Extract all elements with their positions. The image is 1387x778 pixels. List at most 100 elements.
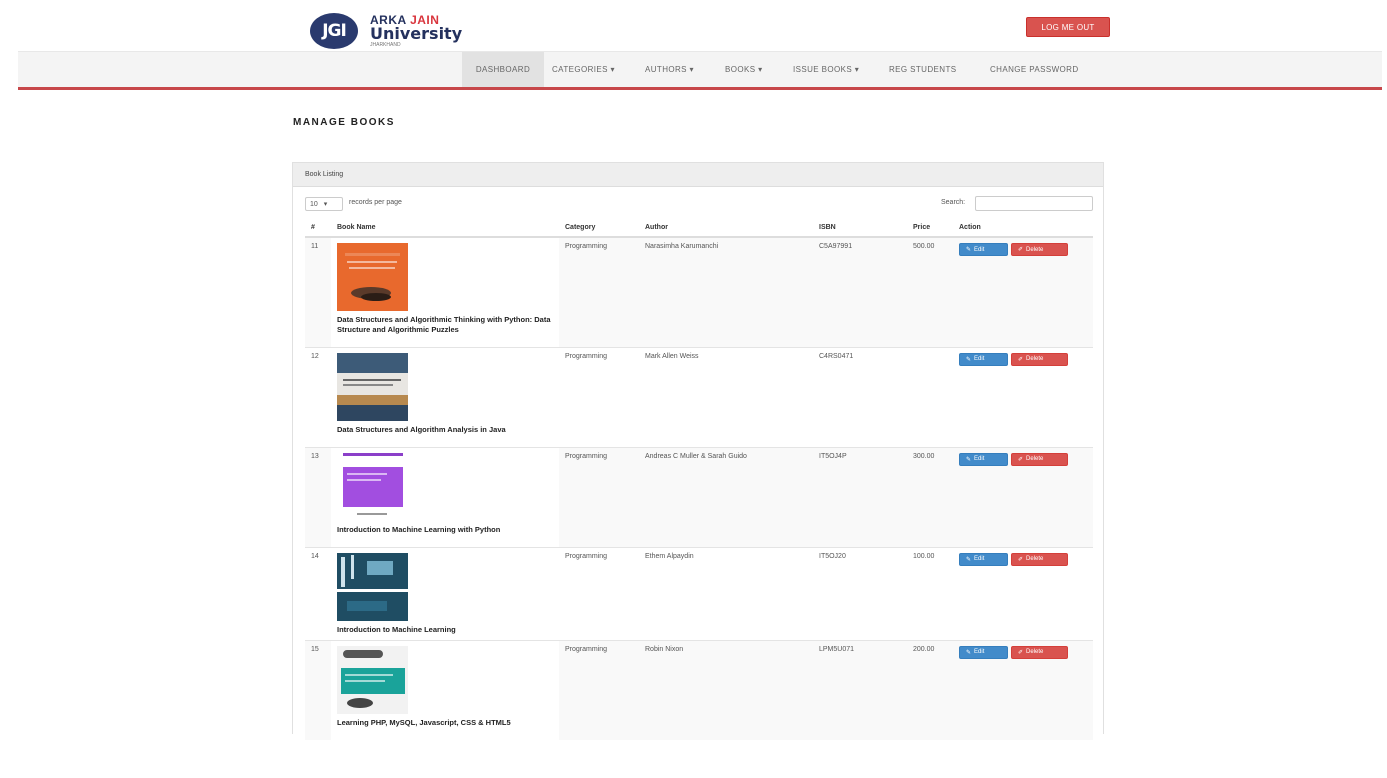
edit-button[interactable]: ✎ Edit bbox=[959, 352, 1008, 366]
top-header: JGI ARKA JAIN University JHARKHAND LOG M… bbox=[18, 0, 1382, 52]
nav-issue-books[interactable]: ISSUE BOOKS ▾ bbox=[793, 52, 859, 87]
category-cell: Programming bbox=[559, 346, 639, 447]
book-title: Introduction to Machine Learning bbox=[337, 624, 456, 634]
logo-text: ARKA JAIN University JHARKHAND bbox=[370, 14, 462, 48]
table-controls: 10 ▾ records per page Search: bbox=[305, 195, 1095, 215]
delete-button[interactable]: ✐ Delete bbox=[1011, 645, 1068, 659]
table-header-row: # Book Name Category Author ISBN Price A… bbox=[305, 219, 1093, 238]
price-cell: 100.00 bbox=[907, 546, 953, 640]
delete-label: Delete bbox=[1026, 246, 1044, 253]
edit-label: Edit bbox=[974, 649, 985, 655]
delete-label: Delete bbox=[1026, 456, 1044, 462]
nav-dashboard[interactable]: DASHBOARD bbox=[462, 52, 544, 87]
book-cover-image bbox=[337, 243, 408, 311]
logo-line-2: University bbox=[370, 24, 463, 43]
col-action[interactable]: Action bbox=[953, 219, 1093, 238]
row-number: 13 bbox=[305, 446, 331, 547]
edit-icon: ✎ bbox=[966, 456, 972, 463]
action-cell: ✎ Edit ✐ Delete bbox=[953, 446, 1093, 547]
nav-books[interactable]: BOOKS ▾ bbox=[725, 52, 763, 87]
delete-button[interactable]: ✐ Delete bbox=[1011, 352, 1068, 366]
price-cell: 300.00 bbox=[907, 446, 953, 547]
book-name-cell: Data Structures and Algorithmic Thinking… bbox=[331, 236, 559, 347]
records-per-page-label: records per page bbox=[349, 199, 402, 206]
nav-authors[interactable]: AUTHORS ▾ bbox=[645, 52, 694, 87]
author-cell: Mark Allen Weiss bbox=[639, 346, 813, 447]
edit-label: Edit bbox=[974, 246, 985, 253]
table-row: 11 Data Structures and Algorithmic Think… bbox=[305, 236, 1093, 347]
book-name-cell: Introduction to Machine Learning bbox=[331, 546, 559, 640]
author-cell: Narasimha Karumanchi bbox=[639, 236, 813, 347]
university-logo[interactable]: JGI ARKA JAIN University JHARKHAND bbox=[310, 13, 462, 49]
edit-button[interactable]: ✎ Edit bbox=[959, 552, 1008, 566]
panel-heading: Book Listing bbox=[293, 163, 1103, 187]
category-cell: Programming bbox=[559, 639, 639, 740]
author-cell: Ethem Alpaydin bbox=[639, 546, 813, 640]
records-per-page-select[interactable]: 10 ▾ bbox=[305, 197, 343, 211]
action-cell: ✎ Edit ✐ Delete bbox=[953, 546, 1093, 640]
col-author[interactable]: Author bbox=[639, 219, 813, 238]
isbn-cell: C5A97991 bbox=[813, 236, 907, 347]
delete-label: Delete bbox=[1026, 649, 1044, 655]
nav-categories[interactable]: CATEGORIES ▾ bbox=[552, 52, 615, 87]
book-cover-image bbox=[337, 645, 408, 714]
book-title: Introduction to Machine Learning with Py… bbox=[337, 524, 501, 534]
edit-button[interactable]: ✎ Edit bbox=[959, 452, 1008, 466]
book-listing-panel: Book Listing 10 ▾ records per page Search… bbox=[292, 162, 1104, 740]
delete-button[interactable]: ✐ Delete bbox=[1011, 552, 1068, 566]
category-cell: Programming bbox=[559, 446, 639, 547]
author-cell: Robin Nixon bbox=[639, 639, 813, 740]
table-row: 15 Learning PHP, MySQL, Javascript, CSS … bbox=[305, 639, 1093, 740]
category-cell: Programming bbox=[559, 546, 639, 640]
action-cell: ✎ Edit ✐ Delete bbox=[953, 346, 1093, 447]
delete-label: Delete bbox=[1026, 556, 1044, 562]
isbn-cell: IT5OJ20 bbox=[813, 546, 907, 640]
author-cell: Andreas C Muller & Sarah Guido bbox=[639, 446, 813, 547]
book-name-cell: Learning PHP, MySQL, Javascript, CSS & H… bbox=[331, 639, 559, 740]
pencil-icon: ✐ bbox=[1018, 649, 1024, 656]
nav-change-password[interactable]: CHANGE PASSWORD bbox=[990, 52, 1079, 87]
book-cover-image bbox=[337, 352, 408, 421]
book-cover-image bbox=[337, 552, 408, 621]
logo-badge: JGI bbox=[310, 13, 358, 49]
col-category[interactable]: Category bbox=[559, 219, 639, 238]
pencil-icon: ✐ bbox=[1018, 247, 1024, 253]
table-row: 13 Introduction to Machine Learning with… bbox=[305, 446, 1093, 547]
edit-label: Edit bbox=[974, 456, 985, 462]
row-number: 12 bbox=[305, 346, 331, 447]
search-input[interactable] bbox=[975, 196, 1093, 211]
delete-button[interactable]: ✐ Delete bbox=[1011, 243, 1068, 256]
pencil-icon: ✐ bbox=[1018, 556, 1024, 563]
nav-reg-students[interactable]: REG STUDENTS bbox=[889, 52, 956, 87]
search-label: Search: bbox=[941, 199, 966, 206]
pencil-icon: ✐ bbox=[1018, 456, 1024, 463]
price-cell: 500.00 bbox=[907, 236, 953, 347]
delete-button[interactable]: ✐ Delete bbox=[1011, 452, 1068, 466]
col-number[interactable]: # bbox=[305, 219, 331, 238]
isbn-cell: C4RS0471 bbox=[813, 346, 907, 447]
price-cell: 200.00 bbox=[907, 639, 953, 740]
col-price[interactable]: Price bbox=[907, 219, 953, 238]
book-title: Learning PHP, MySQL, Javascript, CSS & H… bbox=[337, 717, 511, 727]
logout-button[interactable]: LOG ME OUT bbox=[1026, 17, 1110, 37]
row-number: 15 bbox=[305, 639, 331, 740]
action-cell: ✎ Edit ✐ Delete bbox=[953, 639, 1093, 740]
books-table: # Book Name Category Author ISBN Price A… bbox=[305, 219, 1093, 740]
edit-button[interactable]: ✎ Edit bbox=[959, 243, 1008, 256]
col-book-name[interactable]: Book Name bbox=[331, 219, 559, 238]
book-cover-image bbox=[337, 452, 408, 521]
edit-label: Edit bbox=[974, 356, 985, 362]
price-cell bbox=[907, 346, 953, 447]
edit-icon: ✎ bbox=[966, 247, 972, 253]
book-name-cell: Data Structures and Algorithm Analysis i… bbox=[331, 346, 559, 447]
delete-label: Delete bbox=[1026, 356, 1044, 362]
book-title: Data Structures and Algorithmic Thinking… bbox=[337, 315, 551, 334]
edit-button[interactable]: ✎ Edit bbox=[959, 645, 1008, 659]
edit-label: Edit bbox=[974, 556, 985, 562]
edit-icon: ✎ bbox=[966, 556, 972, 563]
table-row: 14 Introduction to Machine Learning Prog… bbox=[305, 546, 1093, 640]
col-isbn[interactable]: ISBN bbox=[813, 219, 907, 238]
logo-line-3: JHARKHAND bbox=[370, 42, 401, 48]
book-title: Data Structures and Algorithm Analysis i… bbox=[337, 424, 506, 434]
edit-icon: ✎ bbox=[966, 649, 972, 656]
